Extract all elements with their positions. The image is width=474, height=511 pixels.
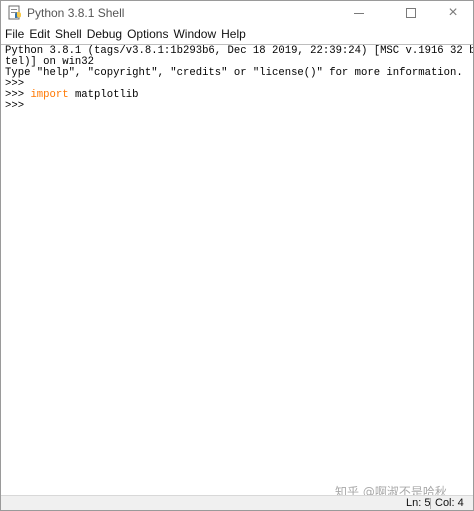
menu-help[interactable]: Help — [220, 25, 250, 44]
maximize-icon — [406, 8, 416, 18]
python-idle-icon — [8, 5, 21, 20]
keyword-import: import — [30, 89, 69, 101]
title-bar[interactable]: Python 3.8.1 Shell × — [1, 1, 473, 25]
menu-debug[interactable]: Debug — [86, 25, 126, 44]
shell-text-area[interactable]: Python 3.8.1 (tags/v3.8.1:1b293b6, Dec 1… — [1, 44, 473, 495]
prompt: >>> — [5, 100, 31, 112]
status-line-number: Ln: 5 — [406, 497, 431, 509]
status-separator — [430, 498, 431, 509]
banner-line: Type "help", "copyright", "credits" or "… — [5, 67, 463, 79]
menu-shell[interactable]: Shell — [54, 25, 86, 44]
close-button[interactable]: × — [433, 1, 473, 25]
menu-window[interactable]: Window — [172, 25, 220, 44]
minimize-icon — [354, 12, 364, 14]
menu-file[interactable]: File — [4, 25, 28, 44]
idle-shell-window: Python 3.8.1 Shell × File Edit Shell Deb… — [0, 0, 474, 511]
input-line: >>> import matplotlib — [5, 90, 473, 101]
prompt-line: >>> — [5, 101, 473, 112]
menu-options[interactable]: Options — [126, 25, 172, 44]
minimize-button[interactable] — [339, 1, 379, 25]
menu-edit[interactable]: Edit — [28, 25, 54, 44]
status-column-number: Col: 4 — [435, 497, 464, 509]
maximize-button[interactable] — [391, 1, 431, 25]
window-title: Python 3.8.1 Shell — [27, 6, 125, 20]
close-icon: × — [448, 4, 458, 21]
status-bar: Ln: 5 Col: 4 — [1, 495, 473, 510]
menu-bar: File Edit Shell Debug Options Window Hel… — [1, 25, 473, 44]
input-text: matplotlib — [68, 89, 139, 101]
